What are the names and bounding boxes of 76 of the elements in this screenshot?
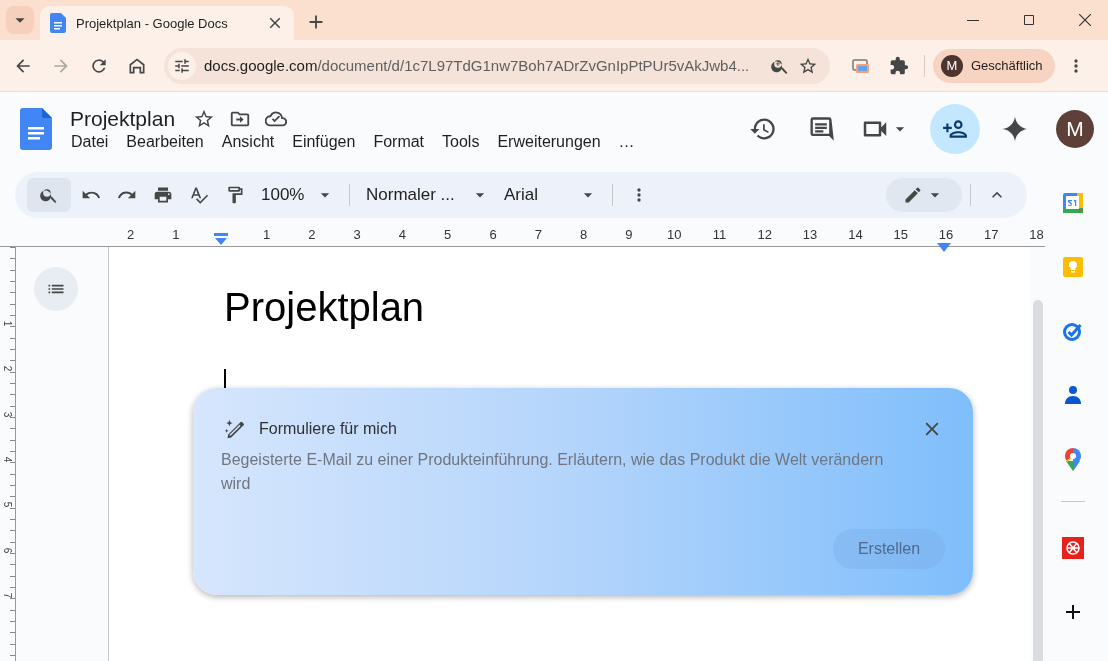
- profile-avatar: M: [941, 54, 963, 77]
- ruler-number: 14: [847, 228, 864, 242]
- editing-mode-button[interactable]: [886, 178, 962, 212]
- ruler-number: 1: [261, 228, 272, 242]
- ruler-number: 8: [579, 228, 589, 242]
- ruler-number: 4: [397, 228, 408, 242]
- puzzle-icon[interactable]: [889, 55, 909, 76]
- share-button[interactable]: [930, 104, 980, 154]
- ruler-number: 16: [937, 228, 955, 242]
- paint-roller-icon[interactable]: [225, 185, 245, 205]
- maximize-icon: [1024, 15, 1034, 25]
- account-avatar[interactable]: M: [1056, 110, 1094, 148]
- ruler-number: 4: [2, 456, 13, 463]
- prompt-input-field[interactable]: Begeisterte E-Mail zu einer Produkteinführung. Erläutern, wie das Produkt die Welt verändern wird: [221, 448, 911, 500]
- calendar-icon: [1061, 192, 1084, 214]
- menu-item[interactable]: Erweiterungen: [488, 131, 610, 151]
- font-dropdown[interactable]: Arial: [496, 178, 604, 212]
- map-pin-icon: [1062, 447, 1083, 471]
- close-icon: [1079, 14, 1091, 26]
- ruler-number: 12: [756, 228, 774, 242]
- minimize-icon: [967, 19, 979, 21]
- magic-wand-icon: [223, 418, 245, 440]
- ruler-number: 2: [2, 366, 13, 372]
- profile-label: Geschäftlich: [971, 58, 1043, 73]
- spellcheck-icon[interactable]: [189, 185, 209, 205]
- ruler-number: 17: [983, 228, 1000, 242]
- menu-item[interactable]: Ansicht: [212, 131, 284, 151]
- ruler-number: 2: [126, 228, 136, 242]
- text-cursor: [224, 369, 226, 389]
- zoom-dropdown[interactable]: 100%: [253, 178, 341, 212]
- ruler-number: 7: [2, 592, 13, 599]
- paragraph-style-dropdown[interactable]: Normaler ...: [358, 178, 496, 212]
- ruler-number: 3: [352, 228, 362, 242]
- document-title[interactable]: Projektplan: [70, 107, 176, 131]
- menu-item[interactable]: Datei: [62, 131, 118, 151]
- ruler-number: 11: [711, 228, 728, 242]
- ruler-number: 1: [171, 228, 181, 242]
- menu-item[interactable]: Format: [364, 131, 434, 151]
- menu-item[interactable]: Einfügen: [283, 131, 365, 151]
- ruler-number: 10: [665, 228, 683, 242]
- menu-item[interactable]: Bearbeiten: [117, 131, 213, 151]
- address-bar[interactable]: docs.google.com/document/d/1c7L97TdG1nw7Boh7ADrZvGnIpPtPUr5vAkJwb4...: [164, 47, 830, 84]
- scrollbar-thumb[interactable]: [1033, 300, 1043, 661]
- ruler-number: 6: [488, 228, 498, 242]
- sliders-icon[interactable]: [173, 56, 191, 75]
- lightbulb-icon: [1061, 256, 1084, 278]
- panel-title: Formuliere für mich: [259, 420, 397, 438]
- print-icon[interactable]: [153, 185, 173, 205]
- ruler-number: 6: [2, 547, 13, 553]
- tab-title: Projektplan - Google Docs: [76, 15, 229, 31]
- url-host: docs.google.com: [204, 57, 318, 74]
- docs-logo-icon[interactable]: [20, 108, 52, 150]
- ruler-number: 5: [2, 502, 13, 508]
- profile-button[interactable]: M Geschäftlich: [933, 48, 1055, 83]
- ruler-number: 15: [892, 228, 909, 242]
- url-path: /document/d/1c7L97TdG1nw7Boh7ADrZvGnIpPtPUr5vAkJwb4...: [317, 57, 750, 74]
- docs-icon: [50, 13, 66, 33]
- checkmark-circle-icon: [1061, 320, 1084, 342]
- person-icon: [1062, 384, 1083, 406]
- search-menus-button[interactable]: [27, 178, 71, 212]
- menu-item[interactable]: …: [609, 131, 644, 151]
- ruler-number: 1: [2, 320, 13, 327]
- pencil-icon[interactable]: [903, 185, 923, 205]
- star-icon[interactable]: [193, 108, 216, 130]
- ruler-number: 13: [801, 228, 819, 242]
- document-heading: Projektplan: [224, 284, 426, 331]
- ruler-number: 18: [1028, 228, 1045, 242]
- ruler-number: 2: [307, 228, 317, 242]
- document-outline-button[interactable]: [34, 267, 78, 311]
- ruler-number: 3: [2, 411, 13, 417]
- ruler-number: 7: [533, 228, 543, 242]
- ruler-number: 5: [443, 228, 453, 242]
- indent-marker-icon[interactable]: [213, 233, 230, 245]
- site-info-button[interactable]: [168, 51, 196, 80]
- menu-item[interactable]: Tools: [433, 131, 489, 151]
- ruler-number: 9: [624, 228, 634, 242]
